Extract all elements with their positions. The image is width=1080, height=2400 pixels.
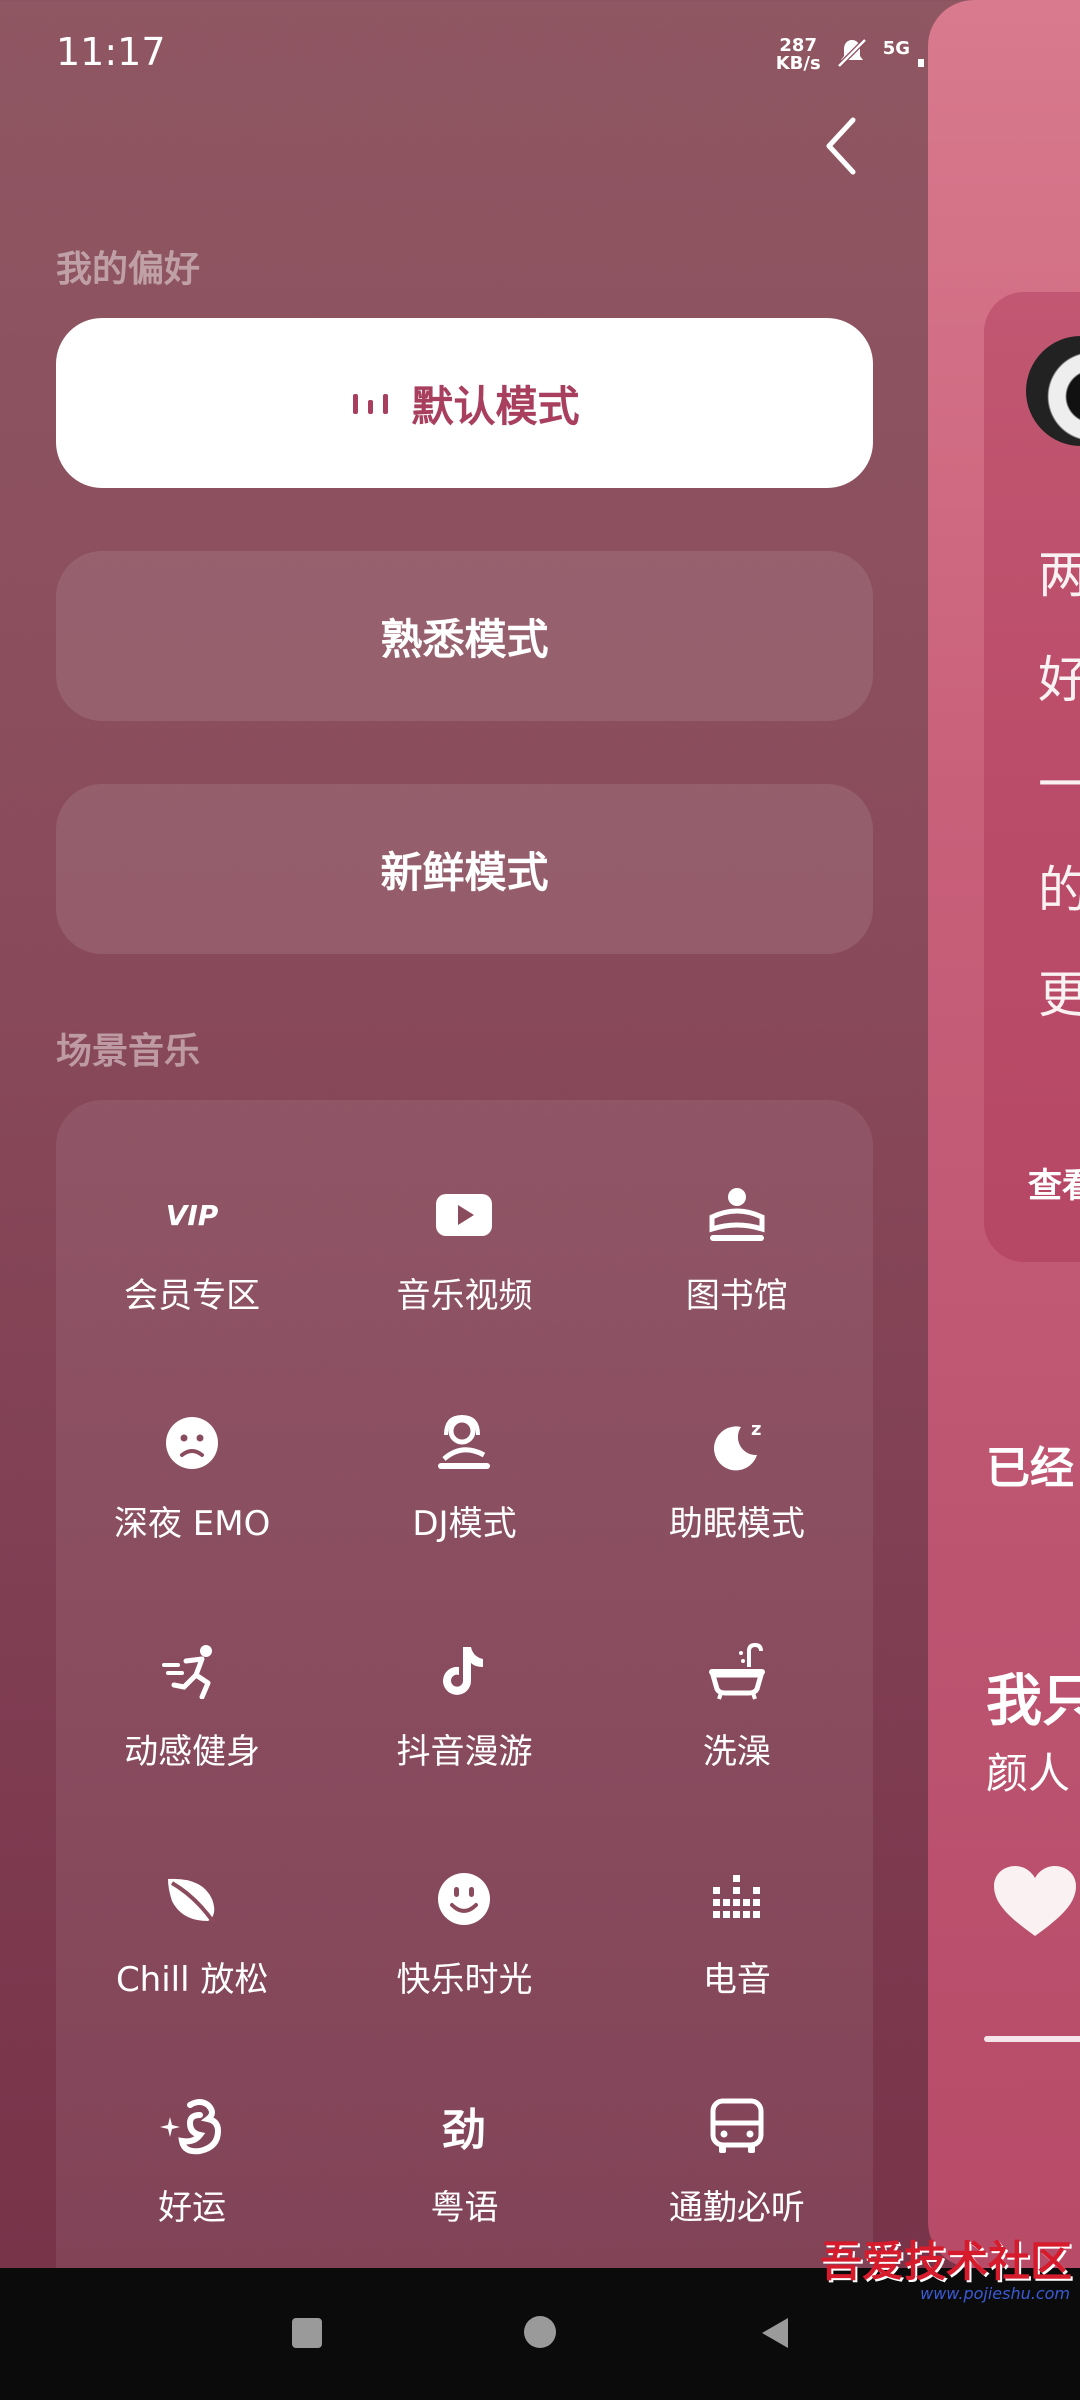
cantonese-icon: 劲 [429,2092,499,2162]
scenes-title: 场景音乐 [56,1031,201,1072]
watermark-url: www.pojieshu.com [920,2284,1070,2303]
mode-label: 默认模式 [411,381,580,431]
tiktok-icon [429,1636,499,1706]
mode-fresh-button[interactable]: 新鲜模式 [56,784,873,954]
scene-item-douyin-roam[interactable]: 抖音漫游 [328,1636,600,1864]
vip-icon: VIP [157,1180,227,1250]
dj-icon [429,1408,499,1478]
lyric-line: 更 [1038,966,1080,1024]
player-card-peek[interactable]: 两 好 一 的 更 查看 已经 我只 颜人 [928,0,1080,2268]
already-heading: 已经 [986,1443,1074,1494]
back-button[interactable] [815,110,865,182]
scene-label: 深夜 EMO [113,1504,271,1544]
happy-face-icon [429,1864,499,1934]
bus-icon [702,2092,772,2162]
lyric-line: 的 [1038,861,1080,919]
playing-bars-icon [349,388,393,418]
mode-familiar-button[interactable]: 熟悉模式 [56,551,873,721]
lyric-line: 两 [1038,546,1080,604]
scene-label: 电音 [702,1960,771,2000]
scene-item-sleep-mode[interactable]: z 助眠模式 [601,1408,873,1636]
recents-button[interactable] [292,2318,322,2348]
leaf-icon [157,1864,227,1934]
scene-grid: VIP 会员专区 音乐视频 图书馆 深夜 EMO DJ模式 z 助眠模式 动感健… [56,1180,873,2320]
scene-item-edm[interactable]: 电音 [601,1864,873,2092]
progress-bar[interactable] [984,2036,1080,2042]
heart-icon[interactable] [990,1862,1080,1946]
scene-label: Chill 放松 [115,1960,269,2000]
svg-text:劲: 劲 [442,2105,486,2155]
scene-item-vip[interactable]: VIP 会员专区 [56,1180,328,1408]
chevron-left-icon [826,117,856,175]
moon-sleep-icon: z [702,1408,772,1478]
status-bar: 11:17 287 KB/s 5G 68 [0,0,1080,110]
scene-item-fitness[interactable]: 动感健身 [56,1636,328,1864]
running-icon [157,1636,227,1706]
scene-item-library[interactable]: 图书馆 [601,1180,873,1408]
avatar [1026,336,1080,446]
back-nav-button[interactable] [758,2314,792,2356]
status-time: 11:17 [56,30,166,74]
scene-label: 抖音漫游 [396,1732,533,1772]
watermark-text: 吾爱技术社区 [819,2237,1072,2286]
lyric-line: 一 [1038,756,1080,814]
scene-item-music-video[interactable]: 音乐视频 [328,1180,600,1408]
network-speed: 287 KB/s [775,35,821,74]
lyric-line: 好 [1038,651,1080,709]
scene-label: 粤语 [430,2188,499,2228]
mode-label: 新鲜模式 [380,847,549,897]
home-button[interactable] [524,2316,556,2348]
preferences-title: 我的偏好 [56,249,201,290]
scene-label: 通勤必听 [668,2188,805,2228]
mode-default-button[interactable]: 默认模式 [56,318,873,488]
scene-label: 助眠模式 [668,1504,805,1544]
scene-label: 快乐时光 [396,1960,533,2000]
scene-label: 好运 [158,2188,227,2228]
video-play-icon [429,1180,499,1250]
scene-label: 会员专区 [124,1276,261,1316]
scene-label: DJ模式 [412,1504,517,1544]
scene-item-happy-time[interactable]: 快乐时光 [328,1864,600,2092]
scene-item-dj-mode[interactable]: DJ模式 [328,1408,600,1636]
scene-label: 图书馆 [685,1276,788,1316]
view-more-link[interactable]: 查看 [1028,1158,1080,1207]
scene-item-bath[interactable]: 洗澡 [601,1636,873,1864]
scene-label: 动感健身 [124,1732,261,1772]
song-title: 我只 [986,1669,1080,1734]
artist-name: 颜人 [986,1749,1071,1798]
bathtub-icon [702,1636,772,1706]
equalizer-icon [702,1864,772,1934]
mode-label: 熟悉模式 [380,614,549,664]
mute-bell-icon [835,36,869,74]
scene-panel: VIP 会员专区 音乐视频 图书馆 深夜 EMO DJ模式 z 助眠模式 动感健… [56,1100,873,2400]
lucky-icon [157,2092,227,2162]
svg-text:VIP: VIP [166,1199,219,1232]
scene-item-chill[interactable]: Chill 放松 [56,1864,328,2092]
scene-item-late-night-emo[interactable]: 深夜 EMO [56,1408,328,1636]
library-icon [702,1180,772,1250]
sad-face-icon [157,1408,227,1478]
network-type: 5G [882,37,910,59]
scene-label: 音乐视频 [396,1276,533,1316]
scene-label: 洗澡 [702,1732,771,1772]
svg-text:z: z [751,1419,761,1440]
